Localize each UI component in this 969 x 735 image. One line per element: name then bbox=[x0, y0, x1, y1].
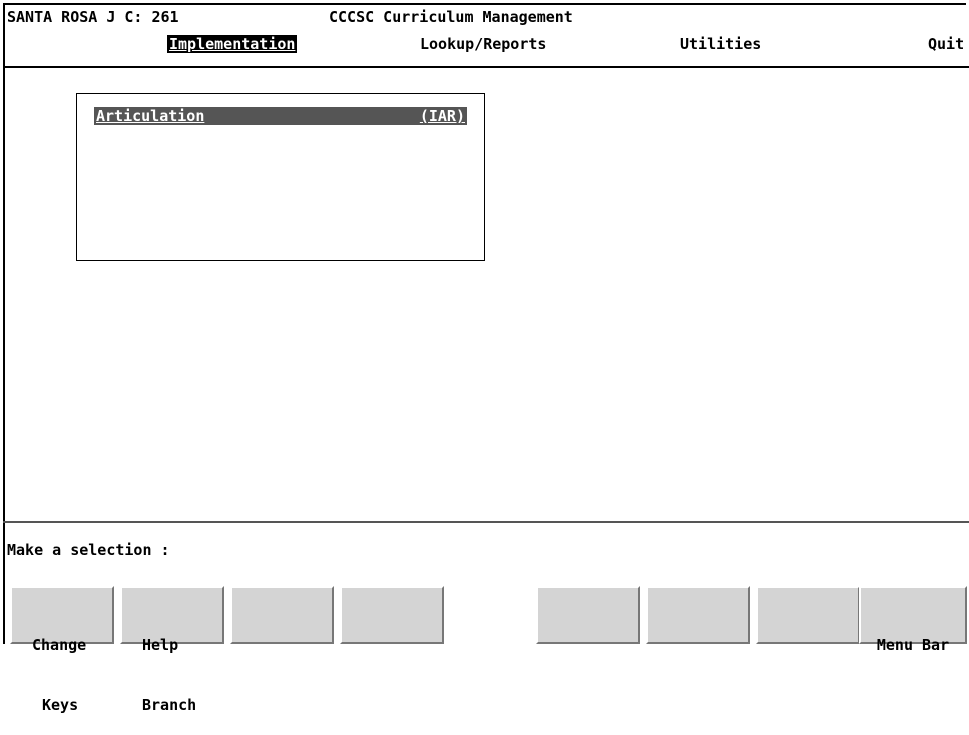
menu-item-implementation[interactable]: Implementation bbox=[167, 35, 298, 53]
app-title: CCCSC Curriculum Management bbox=[329, 8, 573, 26]
submenu-item-articulation[interactable]: Articulation (IAR) bbox=[94, 107, 467, 125]
fkey-line2: Keys bbox=[42, 696, 79, 714]
footer-divider bbox=[3, 521, 969, 523]
fkey-menu-bar[interactable]: Menu Bar bbox=[859, 586, 967, 654]
fkey-line1: Menu Bar bbox=[876, 636, 950, 654]
submenu-panel: Articulation (IAR) bbox=[76, 93, 485, 261]
header-divider bbox=[3, 66, 969, 68]
fkey-help-branch[interactable]: Help Branch bbox=[120, 586, 224, 714]
fkey-7[interactable] bbox=[756, 586, 860, 644]
fkey-line1: Change bbox=[32, 636, 87, 654]
fkey-line2: Branch bbox=[142, 696, 197, 714]
fkey-line1: Help bbox=[142, 636, 179, 654]
fkey-6[interactable] bbox=[646, 586, 750, 644]
menu-item-quit[interactable]: Quit bbox=[928, 35, 964, 53]
submenu-item-code: (IAR) bbox=[419, 107, 465, 125]
fkey-change-keys[interactable]: Change Keys bbox=[10, 586, 114, 714]
menu-item-utilities[interactable]: Utilities bbox=[680, 35, 761, 53]
selection-prompt: Make a selection : bbox=[7, 541, 170, 559]
fkey-5[interactable] bbox=[536, 586, 640, 644]
submenu-item-label: Articulation bbox=[96, 107, 205, 125]
fkey-3[interactable] bbox=[230, 586, 334, 644]
site-label: SANTA ROSA J C: 261 bbox=[7, 8, 179, 26]
menu-item-lookup-reports[interactable]: Lookup/Reports bbox=[420, 35, 546, 53]
fkey-4[interactable] bbox=[340, 586, 444, 644]
